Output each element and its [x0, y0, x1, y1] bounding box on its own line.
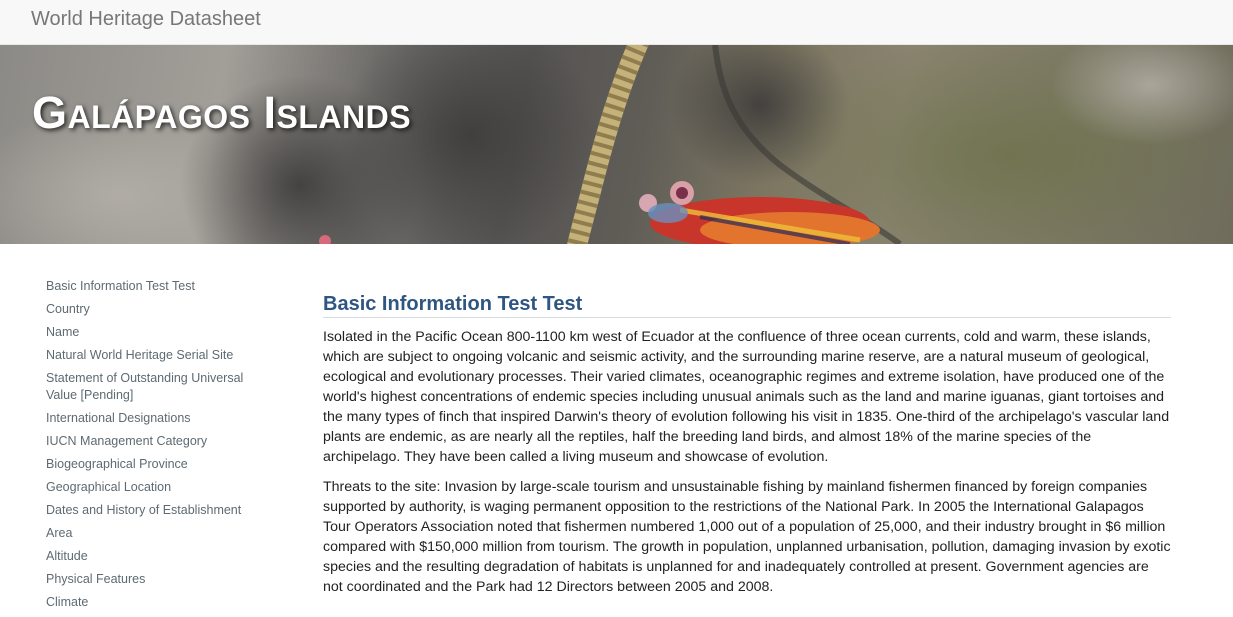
- sidebar-item-country[interactable]: Country: [46, 301, 256, 318]
- hero-photo: [0, 45, 1233, 244]
- sidebar-item-iucn-category[interactable]: IUCN Management Category: [46, 433, 256, 450]
- description-paragraph: Isolated in the Pacific Ocean 800-1100 k…: [323, 329, 1170, 465]
- sidebar-item-area[interactable]: Area: [46, 525, 256, 542]
- hero-banner: Galápagos Islands: [0, 45, 1233, 244]
- sidebar-item-physical-features[interactable]: Physical Features: [46, 571, 256, 588]
- hero-title: Galápagos Islands: [32, 87, 412, 138]
- sidebar-item-geographical-location[interactable]: Geographical Location: [46, 479, 256, 496]
- sidebar-item-outstanding-universal-value[interactable]: Statement of Outstanding Universal Value…: [46, 370, 256, 404]
- main-content: Basic Information Test Test Isolated in …: [323, 293, 1171, 607]
- sidebar-item-serial-site[interactable]: Natural World Heritage Serial Site: [46, 347, 256, 364]
- sidebar-item-altitude[interactable]: Altitude: [46, 548, 256, 565]
- sidebar-item-international-designations[interactable]: International Designations: [46, 410, 256, 427]
- sidebar-item-biogeographical-province[interactable]: Biogeographical Province: [46, 456, 256, 473]
- sidebar-item-dates-history[interactable]: Dates and History of Establishment: [46, 502, 256, 519]
- sidebar-nav: Basic Information Test Test Country Name…: [46, 278, 256, 617]
- sidebar-item-basic-information[interactable]: Basic Information Test Test: [46, 278, 256, 295]
- sidebar-item-name[interactable]: Name: [46, 324, 256, 341]
- sidebar-item-climate[interactable]: Climate: [46, 594, 256, 611]
- threats-paragraph: Threats to the site: Invasion by large-s…: [323, 479, 1171, 595]
- navbar: World Heritage Datasheet: [0, 0, 1233, 45]
- section-title: Basic Information Test Test: [323, 293, 1171, 318]
- brand-link[interactable]: World Heritage Datasheet: [31, 8, 261, 31]
